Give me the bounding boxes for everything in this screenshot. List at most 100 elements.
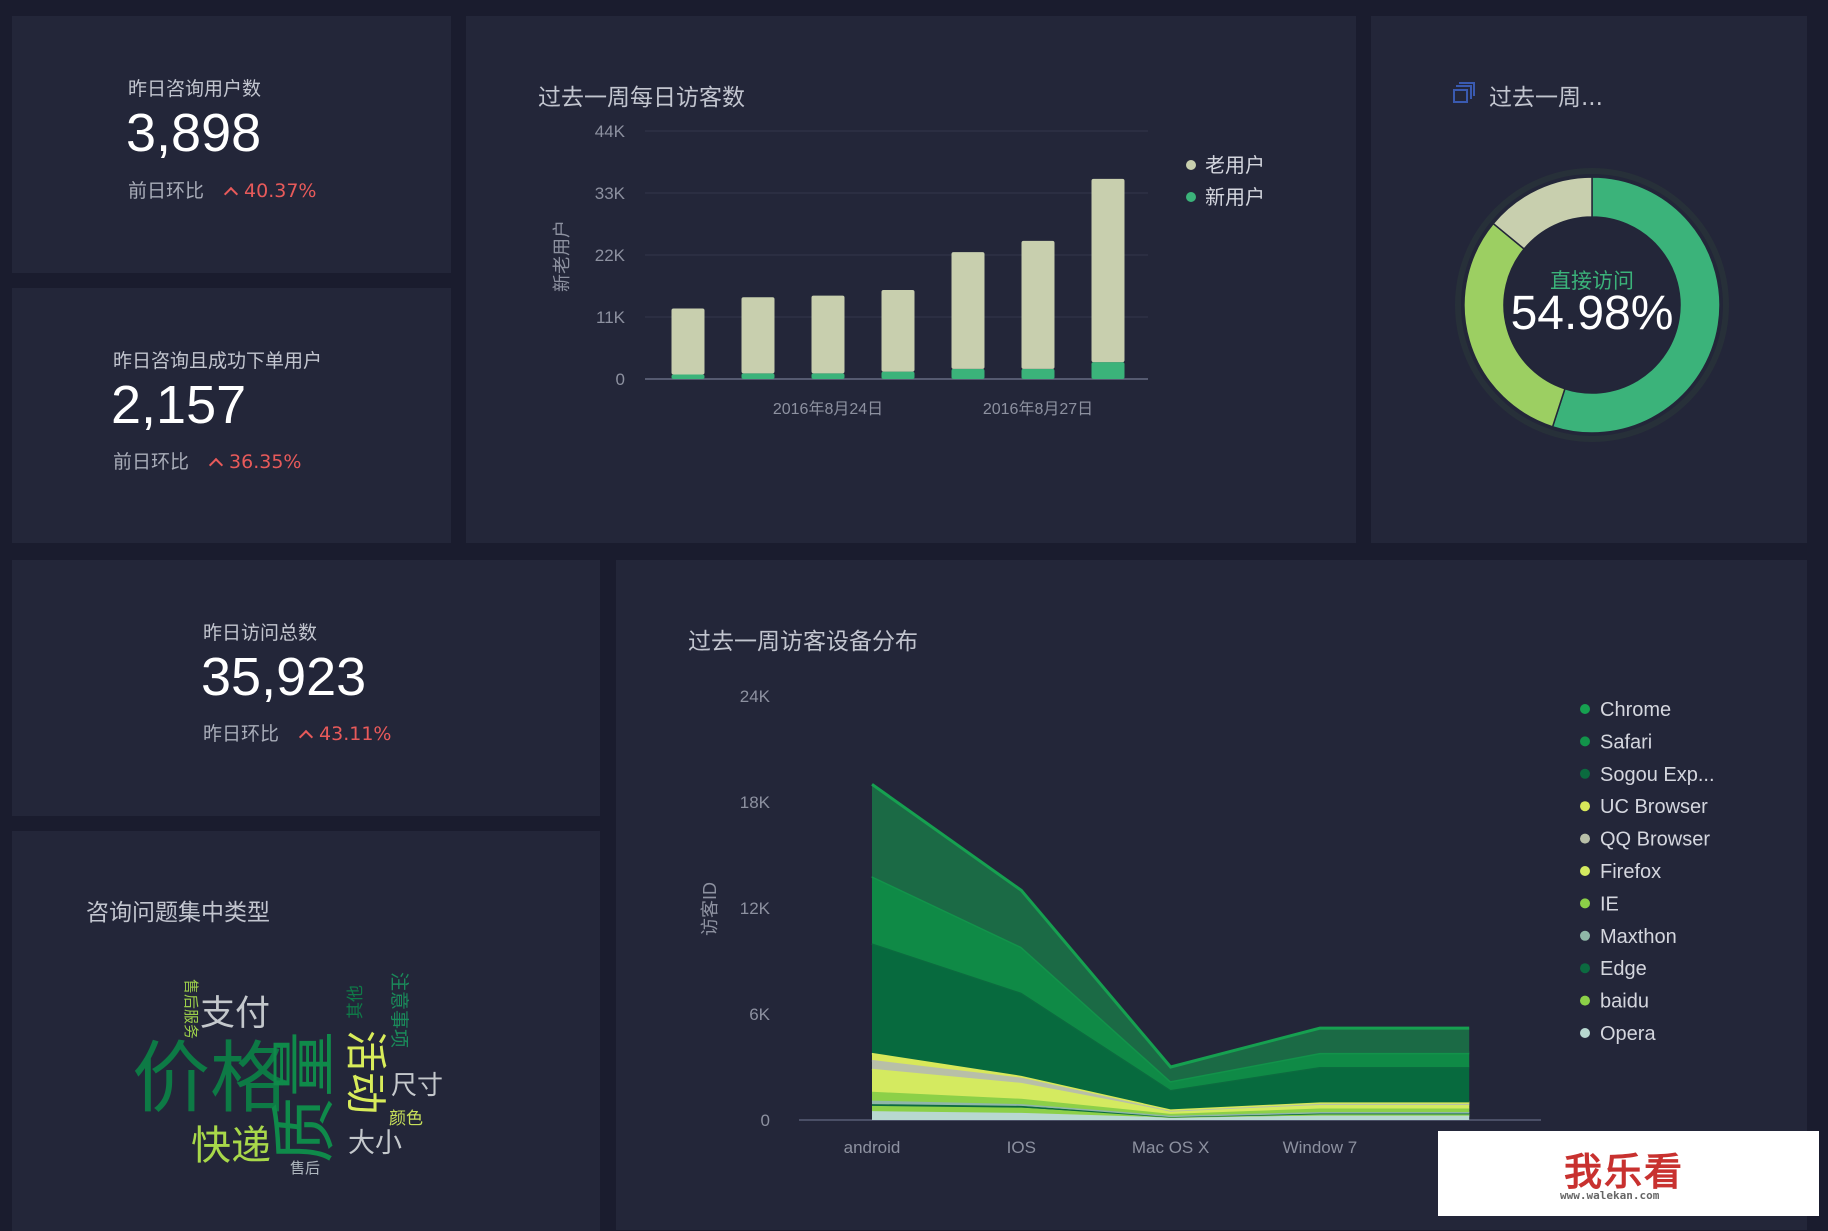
legend-dot	[1580, 995, 1590, 1006]
word-cloud-word: 颜色	[389, 1109, 423, 1129]
legend-label: baidu	[1600, 991, 1649, 1013]
legend-label: QQ Browser	[1600, 829, 1710, 851]
kpi-card-consult-users: 昨日咨询用户数 3,898 前日环比 40.37%	[12, 16, 451, 273]
device-distribution-panel: 过去一周访客设备分布 0 6K 12K 18K 24K 访客ID android IOS Mac…	[616, 560, 1807, 1230]
x-tick-label: Window 7	[1283, 1138, 1358, 1157]
legend-label: Safari	[1600, 731, 1652, 753]
kpi-compare: 前日环比 40.37%	[128, 176, 316, 203]
legend-dot	[1186, 160, 1196, 170]
delta-badge: 36.35%	[208, 451, 302, 473]
x-tick-label: IOS	[1007, 1138, 1036, 1157]
legend-dot	[1580, 1028, 1590, 1038]
bar-new-user	[1021, 368, 1055, 379]
kpi-card-ordered-users: 昨日咨询且成功下单用户 2,157 前日环比 36.35%	[12, 288, 451, 543]
y-axis-label: 新老用户	[552, 220, 572, 292]
watermark-url: www.walekan.com	[1560, 1189, 1660, 1202]
compare-label: 前日环比	[113, 451, 190, 473]
x-tick-label: Mac OS X	[1132, 1138, 1209, 1157]
kpi-label: 昨日咨询用户数	[128, 78, 262, 100]
legend-label: 老用户	[1205, 154, 1265, 177]
y-tick-label: 11K	[596, 308, 626, 327]
kpi-value: 2,157	[111, 375, 247, 435]
bar-new-user	[951, 368, 985, 379]
watermark: 我乐看 www.walekan.com	[1438, 1131, 1819, 1216]
word-cloud-word: 快递	[191, 1123, 271, 1169]
daily-visitors-panel: 过去一周每日访客数 0 11K 22K 33K 44K 新老用户 2016年8月24日 201…	[466, 16, 1356, 543]
bar-new-user	[671, 374, 705, 379]
bar-new-user	[811, 373, 845, 379]
bar-old-user	[741, 297, 775, 374]
legend-dot	[1580, 898, 1590, 909]
panel-title: 咨询问题集中类型	[86, 900, 270, 926]
legend-dot	[1580, 801, 1590, 812]
bar-old-user	[1021, 240, 1055, 369]
word-cloud-word: 活动	[341, 1030, 390, 1115]
word-cloud-word: 尺寸	[391, 1071, 444, 1101]
word-cloud-word: 售后服务	[182, 979, 200, 1040]
delta-value: 36.35%	[229, 451, 302, 473]
x-tick-label: android	[844, 1138, 901, 1157]
donut-center-value: 54.98%	[1510, 287, 1674, 340]
x-tick-label: 2016年8月27日	[983, 400, 1093, 418]
bar-old-user	[811, 295, 845, 374]
kpi-compare: 昨日环比 43.11%	[203, 719, 391, 746]
bar-new-user	[881, 371, 915, 379]
arrow-up-icon	[208, 457, 224, 473]
kpi-card-total-visits: 昨日访问总数 35,923 昨日环比 43.11%	[12, 560, 600, 816]
y-axis-label: 访客ID	[700, 882, 720, 936]
y-tick-label: 0	[616, 370, 625, 389]
kpi-value: 3,898	[126, 103, 262, 163]
compare-label: 昨日环比	[203, 723, 280, 745]
y-tick-label: 24K	[740, 687, 771, 706]
legend-label: IE	[1600, 893, 1619, 915]
legend-label: Sogou Exp...	[1600, 764, 1715, 786]
y-tick-label: 0	[761, 1111, 770, 1130]
kpi-compare: 前日环比 36.35%	[113, 447, 301, 474]
legend-dot	[1580, 704, 1590, 714]
bar-new-user	[741, 373, 775, 379]
legend-dot	[1580, 866, 1590, 876]
device-distribution-chart: 0 6K 12K 18K 24K 访客ID android IOS Mac OS X Window…	[700, 687, 1715, 1157]
legend-dot	[1580, 768, 1590, 779]
word-cloud-word: 支付	[200, 994, 271, 1034]
kpi-label: 昨日咨询且成功下单用户	[113, 350, 323, 372]
watermark-logo: 我乐看	[1564, 1150, 1685, 1194]
bar-old-user	[881, 289, 915, 372]
delta-badge: 43.11%	[298, 723, 392, 745]
legend-label: UC Browser	[1600, 796, 1708, 818]
daily-visitors-chart: 0 11K 22K 33K 44K 新老用户 2016年8月24日 2016年8月27日 老用户…	[552, 122, 1265, 418]
bar-new-user	[1091, 362, 1125, 379]
legend-dot	[1580, 963, 1590, 974]
compare-label: 前日环比	[128, 180, 205, 202]
delta-value: 43.11%	[319, 723, 392, 745]
legend-label: Firefox	[1600, 861, 1661, 883]
word-cloud-word: 其他	[346, 985, 366, 1019]
legend-label: Edge	[1600, 958, 1647, 980]
y-tick-label: 6K	[749, 1005, 770, 1024]
legend-dot	[1580, 736, 1590, 747]
legend-label: Chrome	[1600, 699, 1671, 721]
bar-old-user	[951, 252, 985, 369]
legend-label: 新用户	[1205, 186, 1265, 209]
y-tick-label: 12K	[740, 899, 771, 918]
y-tick-label: 44K	[595, 122, 626, 141]
delta-value: 40.37%	[244, 180, 317, 202]
y-tick-label: 33K	[595, 184, 626, 203]
word-cloud-word: 注意事项	[388, 972, 410, 1049]
arrow-up-icon	[223, 186, 239, 202]
bar-old-user	[1091, 178, 1125, 363]
legend-label: Opera	[1600, 1023, 1656, 1045]
x-tick-label: 2016年8月24日	[773, 400, 883, 418]
legend-dot	[1580, 833, 1590, 844]
y-tick-label: 22K	[595, 246, 626, 265]
delta-badge: 40.37%	[223, 180, 317, 202]
legend-label: Maxthon	[1600, 926, 1677, 948]
kpi-value: 35,923	[201, 647, 367, 707]
legend-dot	[1580, 930, 1590, 941]
arrow-up-icon	[298, 729, 314, 745]
y-tick-label: 18K	[740, 793, 771, 812]
legend-dot	[1186, 192, 1196, 202]
word-cloud-word: 售后	[290, 1159, 321, 1177]
word-cloud-word: 大小	[348, 1128, 402, 1159]
traffic-source-panel: 过去一周... 直接访问 54.98%	[1371, 16, 1807, 543]
